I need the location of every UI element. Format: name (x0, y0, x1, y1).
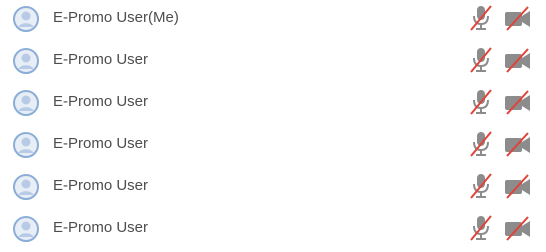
user-avatar-icon (13, 90, 39, 116)
microphone-muted-icon[interactable] (468, 46, 494, 74)
participant-name: E-Promo User (53, 219, 149, 236)
participant-name: E-Promo User (53, 93, 149, 110)
video-camera-off-icon[interactable] (503, 5, 532, 31)
participant-row[interactable]: E-Promo User (0, 42, 546, 78)
microphone-muted-icon[interactable] (468, 130, 494, 158)
participant-row[interactable]: E-Promo User (0, 126, 546, 162)
video-camera-off-icon[interactable] (503, 173, 532, 199)
participant-list: E-Promo User(Me) E-Promo User E-Promo Us… (0, 0, 546, 252)
participant-row[interactable]: E-Promo User (0, 210, 546, 246)
user-avatar-icon (13, 174, 39, 200)
user-avatar-icon (13, 6, 39, 32)
participant-name: E-Promo User (53, 135, 149, 152)
video-camera-off-icon[interactable] (503, 215, 532, 241)
user-avatar-icon (13, 48, 39, 74)
video-camera-off-icon[interactable] (503, 89, 532, 115)
participant-name: E-Promo User (53, 51, 149, 68)
microphone-muted-icon[interactable] (468, 172, 494, 200)
participant-name: E-Promo User(Me) (53, 9, 179, 26)
participant-row[interactable]: E-Promo User (0, 168, 546, 204)
microphone-muted-icon[interactable] (468, 4, 494, 32)
participant-name: E-Promo User (53, 177, 149, 194)
user-avatar-icon (13, 132, 39, 158)
video-camera-off-icon[interactable] (503, 47, 532, 73)
participant-row[interactable]: E-Promo User (0, 84, 546, 120)
microphone-muted-icon[interactable] (468, 88, 494, 116)
microphone-muted-icon[interactable] (468, 214, 494, 242)
participant-row[interactable]: E-Promo User(Me) (0, 0, 546, 36)
video-camera-off-icon[interactable] (503, 131, 532, 157)
user-avatar-icon (13, 216, 39, 242)
